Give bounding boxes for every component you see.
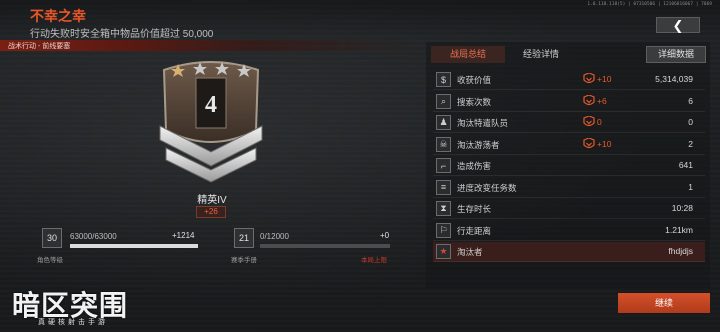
- stat-value: 5,314,039: [655, 74, 693, 84]
- bonus-shield-icon: [583, 115, 595, 129]
- season-bar: [260, 244, 390, 248]
- stat-label: 搜索次数: [457, 96, 492, 107]
- rank-delta: +26: [196, 206, 226, 218]
- stat-label: 进度改变任务数: [457, 182, 517, 193]
- bonus-shield-icon: [583, 93, 595, 108]
- season-progress: 0/12000: [260, 232, 289, 241]
- season-level-box: 21: [234, 228, 254, 248]
- list-icon: ≡: [436, 179, 451, 195]
- character-level-gain: +1214: [172, 231, 195, 240]
- chevron-left-icon: ❮: [672, 17, 684, 33]
- bonus-shield-icon: [583, 72, 595, 86]
- stat-bonus: +10: [597, 74, 612, 84]
- rank-badge: 4: [156, 56, 266, 184]
- version-text: 1.0.118.118(5) | 07310506 | 12106816067 …: [587, 2, 712, 7]
- character-level-box: 30: [42, 228, 62, 248]
- stat-row: ⚐ 行走距离 1.21km: [433, 221, 705, 241]
- stat-value: 6: [688, 95, 693, 106]
- dollar-icon: $: [436, 72, 451, 87]
- stat-row: ☠ 淘汰游荡者 +10 2: [433, 135, 705, 155]
- search-icon: ⌕: [436, 93, 451, 109]
- gun-icon: ⌐: [436, 158, 451, 173]
- stat-value: 1: [688, 181, 693, 192]
- season-label: 赛季手册: [231, 257, 257, 264]
- stat-row: ♟ 淘汰特遣队员 0 0: [433, 113, 705, 133]
- season-status: 本局上限: [361, 257, 387, 264]
- stat-bonus: +10: [597, 138, 612, 149]
- character-level-bar: [70, 244, 198, 248]
- stat-value: 2: [688, 138, 693, 149]
- hourglass-icon: ⧗: [436, 201, 451, 216]
- stat-label: 生存时长: [457, 204, 492, 214]
- stat-value: 10:28: [671, 203, 693, 213]
- stat-label: 行走距离: [457, 225, 492, 236]
- back-button[interactable]: ❮: [656, 17, 700, 33]
- stat-bonus: +6: [597, 95, 607, 106]
- tab-exp-detail[interactable]: 经验详情: [508, 46, 574, 63]
- page-subtitle: 行动失败时安全箱中物品价值超过 50,000: [30, 29, 214, 40]
- stat-value: 1.21km: [665, 224, 693, 235]
- stat-value: 0: [688, 117, 693, 127]
- stat-bonus: 0: [597, 117, 602, 127]
- stat-row: ⌐ 造成伤害 641: [433, 156, 705, 176]
- season-gain: +0: [380, 231, 390, 240]
- stat-value: 641: [678, 160, 693, 170]
- rank-number: 4: [205, 92, 217, 118]
- page-title: 不幸之幸: [30, 8, 86, 24]
- stat-label: 淘汰者: [457, 247, 483, 257]
- tab-summary[interactable]: 战局总结: [431, 46, 505, 63]
- bonus-shield-icon: [583, 136, 595, 151]
- mode-label: 战术行动 - 前线要塞: [8, 43, 71, 50]
- rank-name: 精英IV: [197, 195, 227, 206]
- game-logo-subtitle: 真硬核射击手游: [38, 319, 108, 326]
- soldier-icon: ♟: [436, 115, 451, 130]
- stat-label: 淘汰游荡者: [457, 139, 500, 150]
- stat-row: ★ 淘汰者 fhdjdjs: [433, 242, 705, 262]
- character-level-fill: [70, 244, 198, 248]
- stat-label: 淘汰特遣队员: [457, 118, 509, 128]
- running-icon: ⚐: [436, 222, 451, 238]
- stat-label: 收获价值: [457, 75, 492, 85]
- skull-icon: ☠: [436, 136, 451, 152]
- stat-row: ⧗ 生存时长 10:28: [433, 199, 705, 219]
- stat-row: $ 收获价值 +10 5,314,039: [433, 70, 705, 90]
- detail-data-button[interactable]: 详细数据: [646, 46, 706, 63]
- character-level-label: 角色等级: [37, 257, 63, 264]
- character-level-progress: 63000/63000: [70, 232, 117, 241]
- star-icon: ★: [436, 244, 451, 259]
- continue-button[interactable]: 继续: [618, 293, 710, 313]
- stat-row: ⌕ 搜索次数 +6 6: [433, 92, 705, 112]
- stat-row: ≡ 进度改变任务数 1: [433, 178, 705, 198]
- stat-label: 造成伤害: [457, 161, 492, 171]
- stat-value: fhdjdjs: [668, 246, 693, 256]
